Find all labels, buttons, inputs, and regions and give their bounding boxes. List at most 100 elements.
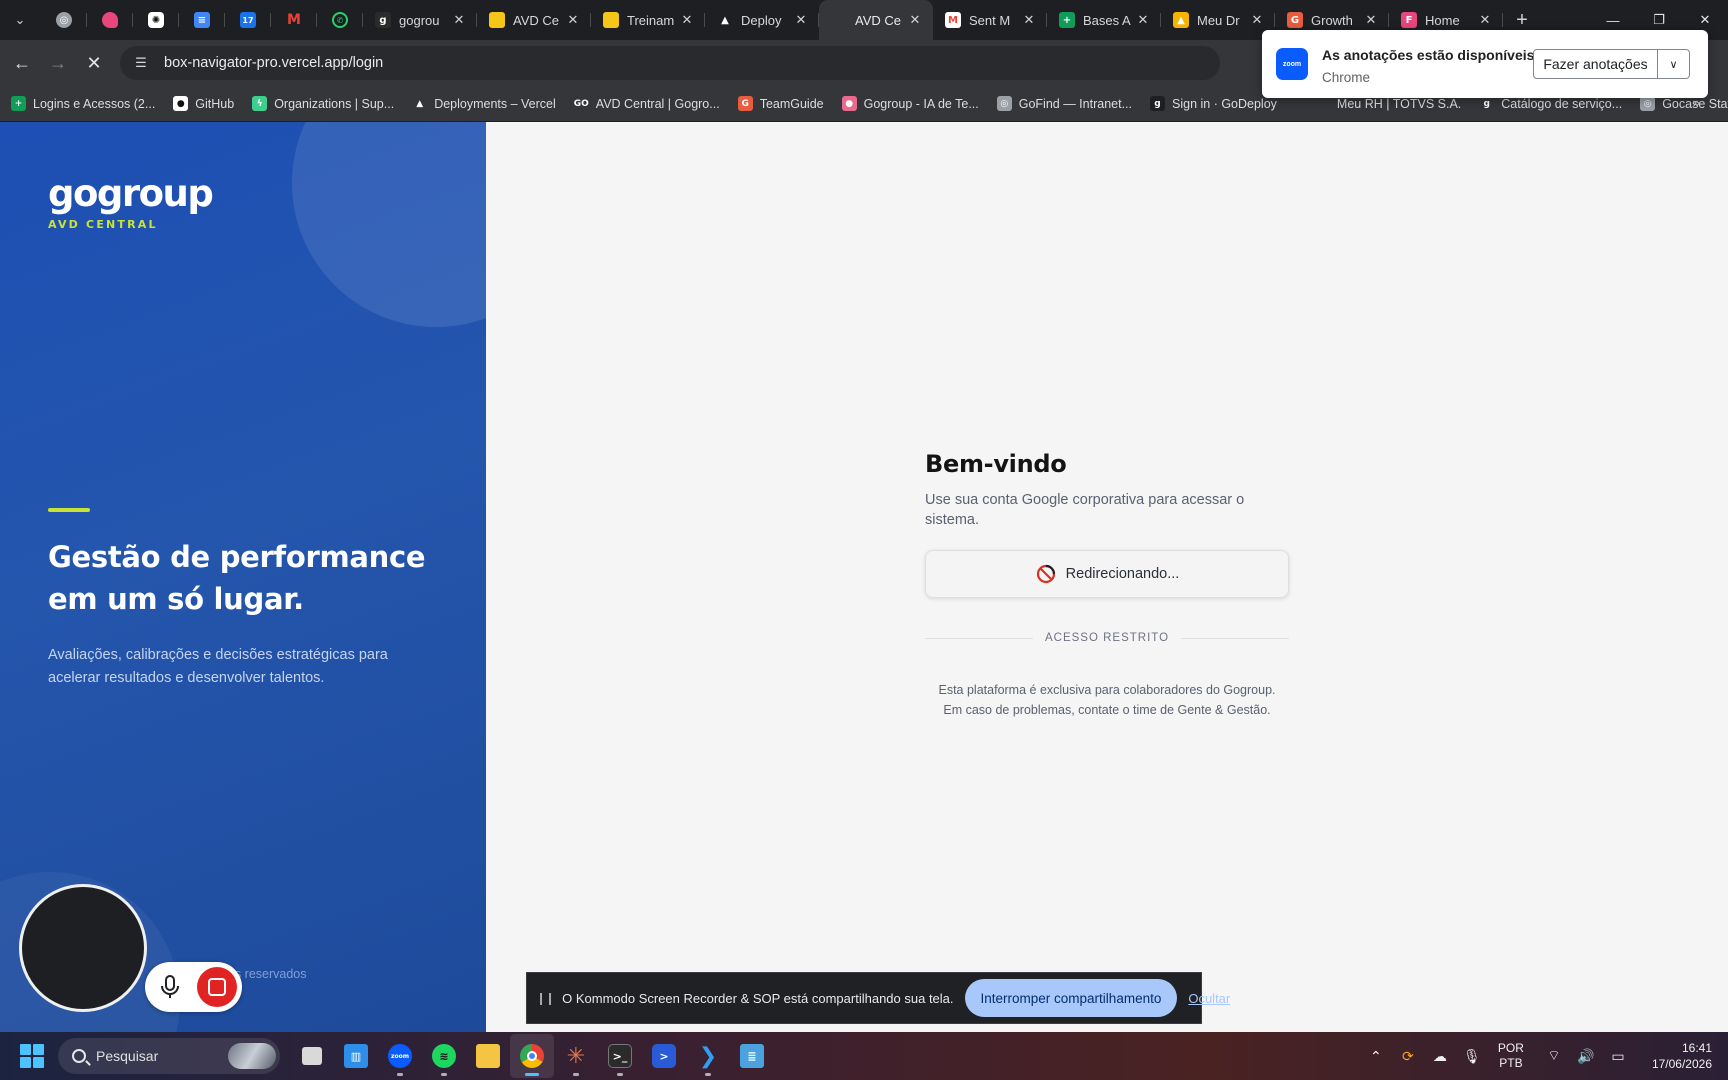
taskbar-notepad[interactable]: ≣ [730, 1034, 774, 1078]
system-clock[interactable]: 16:41 17/06/2026 [1652, 1040, 1712, 1072]
microphone-icon[interactable] [159, 975, 181, 999]
bookmark-favicon-icon: ▲ [412, 96, 428, 111]
input-language[interactable]: POR PTB [1498, 1041, 1524, 1071]
pinned-tab-gogroup[interactable] [87, 0, 133, 40]
new-tab-button[interactable]: + [1507, 9, 1537, 32]
tab-close-icon[interactable]: ✕ [1135, 12, 1151, 28]
claude-icon: ✳ [566, 1043, 586, 1069]
bookmark-favicon-icon: ◎ [1640, 96, 1656, 111]
address-bar[interactable]: ☰ box-navigator-pro.vercel.app/login [120, 46, 1220, 80]
widgets-icon: ▥ [344, 1044, 368, 1068]
back-button[interactable]: ← [4, 45, 40, 81]
bookmark-item[interactable]: ◎ GoFind — Intranet... [996, 96, 1132, 111]
tab-close-icon[interactable]: ✕ [1477, 12, 1493, 28]
tab-title: gogrou [399, 12, 440, 28]
login-card: Bem-vindo Use sua conta Google corporati… [925, 450, 1289, 720]
bookmark-item[interactable]: GO AVD Central | Gogro... [574, 96, 720, 111]
bookmark-favicon-icon [1314, 96, 1330, 111]
bookmark-item[interactable]: G TeamGuide [737, 96, 824, 111]
tab-close-icon[interactable]: ✕ [907, 12, 923, 28]
browser-tab[interactable]: AVD Ce ✕ [819, 0, 933, 40]
battery-icon[interactable]: ▭ [1602, 1048, 1634, 1065]
browser-tab[interactable]: ▲ Meu Dr ✕ [1161, 0, 1275, 40]
bookmark-favicon-icon: ◎ [996, 96, 1012, 111]
stop-sharing-button[interactable]: Interromper compartilhamento [964, 979, 1178, 1017]
bookmark-item[interactable]: + Logins e Acessos (2... [11, 96, 155, 111]
sync-icon[interactable]: ⟳ [1392, 1048, 1424, 1065]
taskbar-zoom[interactable]: zoom [378, 1034, 422, 1078]
tab-close-icon[interactable]: ✕ [793, 12, 809, 28]
browser-tab[interactable]: AVD Ce ✕ [477, 0, 591, 40]
notification-options-chevron-icon[interactable]: ∨ [1658, 49, 1690, 79]
taskbar-powershell[interactable]: > [642, 1034, 686, 1078]
recorder-controls [145, 962, 242, 1012]
browser-tab[interactable]: M Sent M ✕ [933, 0, 1047, 40]
url-text[interactable]: box-navigator-pro.vercel.app/login [164, 55, 383, 71]
bookmark-label: AVD Central | Gogro... [595, 96, 720, 111]
access-note: Esta plataforma é exclusiva para colabor… [925, 680, 1289, 720]
pinned-tab-docs[interactable]: ≡ [179, 0, 225, 40]
whatsapp-icon: ✆ [332, 12, 348, 28]
hero-headline: Gestão de performance em um só lugar. [48, 540, 426, 616]
tray-overflow-chevron-icon[interactable]: ⌃ [1360, 1048, 1392, 1065]
bookmark-item[interactable]: ϟ Organizations | Sup... [252, 96, 394, 111]
tab-search-chevron-icon[interactable]: ⌄ [7, 7, 33, 33]
wifi-icon[interactable]: ⌔ [1538, 1047, 1570, 1065]
browser-tab[interactable]: Treinam ✕ [591, 0, 705, 40]
bookmark-item[interactable]: ▲ Deployments – Vercel [412, 96, 556, 111]
bookmark-label: Organizations | Sup... [274, 96, 395, 111]
site-info-tune-icon[interactable]: ☰ [128, 50, 154, 76]
webcam-bubble[interactable] [19, 884, 147, 1012]
gogroup-heart-icon [102, 12, 118, 28]
hide-share-bar-link[interactable]: Ocultar [1188, 991, 1230, 1006]
tab-close-icon[interactable]: ✕ [565, 12, 581, 28]
tab-close-icon[interactable]: ✕ [451, 12, 467, 28]
taskbar-spotify[interactable]: ≋ [422, 1034, 466, 1078]
pinned-tab-whatsapp[interactable]: ✆ [317, 0, 363, 40]
google-docs-icon: ≡ [194, 12, 210, 28]
tab-title: Deploy [741, 12, 782, 28]
take-notes-button[interactable]: Fazer anotações [1533, 49, 1658, 79]
browser-tab[interactable]: + Bases A ✕ [1047, 0, 1161, 40]
pinned-tab-globe[interactable]: ◎ [41, 0, 87, 40]
stop-recording-button[interactable] [197, 967, 237, 1007]
taskbar-file-explorer[interactable] [466, 1034, 510, 1078]
arrow-right-icon: → [49, 52, 67, 73]
windows-taskbar: Pesquisar ▥ zoom ≋ ✳ >_ > ❯ ≣ ⌃ ⟳ ☁ 🎙 PO… [0, 1032, 1728, 1080]
google-calendar-icon: 17 [240, 12, 256, 28]
taskbar-vscode[interactable]: ❯ [686, 1034, 730, 1078]
drag-handle-icon[interactable]: ❙❙ [536, 991, 555, 1005]
taskbar-terminal[interactable]: >_ [598, 1034, 642, 1078]
pinned-tab-gmail[interactable]: M [271, 0, 317, 40]
login-title: Bem-vindo [925, 450, 1067, 478]
tab-close-icon[interactable]: ✕ [679, 12, 695, 28]
close-icon: ✕ [86, 52, 102, 73]
stop-loading-button[interactable]: ✕ [76, 45, 112, 81]
cloud-offline-icon[interactable]: ☁ [1424, 1048, 1456, 1065]
taskbar-search[interactable]: Pesquisar [58, 1038, 280, 1074]
volume-icon[interactable]: 🔊 [1570, 1048, 1602, 1065]
bookmark-item[interactable]: Meu RH | TOTVS S.A. [1314, 96, 1461, 111]
forward-button[interactable]: → [40, 45, 76, 81]
bookmark-item[interactable]: g Catálogo de serviço... [1479, 96, 1622, 111]
bookmark-item[interactable]: ◎ Gocase Staff [1640, 96, 1728, 111]
pinned-tab-openai[interactable]: ✺ [133, 0, 179, 40]
taskbar-task-view[interactable] [290, 1034, 334, 1078]
bookmark-item[interactable]: ● GitHub [173, 96, 234, 111]
pinned-tab-calendar[interactable]: 17 [225, 0, 271, 40]
tab-close-icon[interactable]: ✕ [1363, 12, 1379, 28]
browser-tab[interactable]: ▲ Deploy ✕ [705, 0, 819, 40]
tab-close-icon[interactable]: ✕ [1249, 12, 1265, 28]
browser-tab[interactable]: g gogrou ✕ [363, 0, 477, 40]
google-signin-button[interactable]: Redirecionando... [925, 550, 1289, 598]
taskbar-chrome[interactable] [510, 1034, 554, 1078]
tab-close-icon[interactable]: ✕ [1021, 12, 1037, 28]
tray-microphone-icon[interactable]: 🎙 [1456, 1048, 1488, 1065]
bookmark-favicon-icon: ● [173, 96, 189, 111]
bookmark-item[interactable]: g Sign in · GoDeploy [1150, 96, 1277, 111]
taskbar-claude[interactable]: ✳ [554, 1034, 598, 1078]
tab-title: Sent M [969, 12, 1011, 28]
bookmark-item[interactable]: ● Gogroup - IA de Te... [841, 96, 979, 111]
taskbar-widgets[interactable]: ▥ [334, 1034, 378, 1078]
windows-start-icon[interactable] [20, 1044, 44, 1068]
